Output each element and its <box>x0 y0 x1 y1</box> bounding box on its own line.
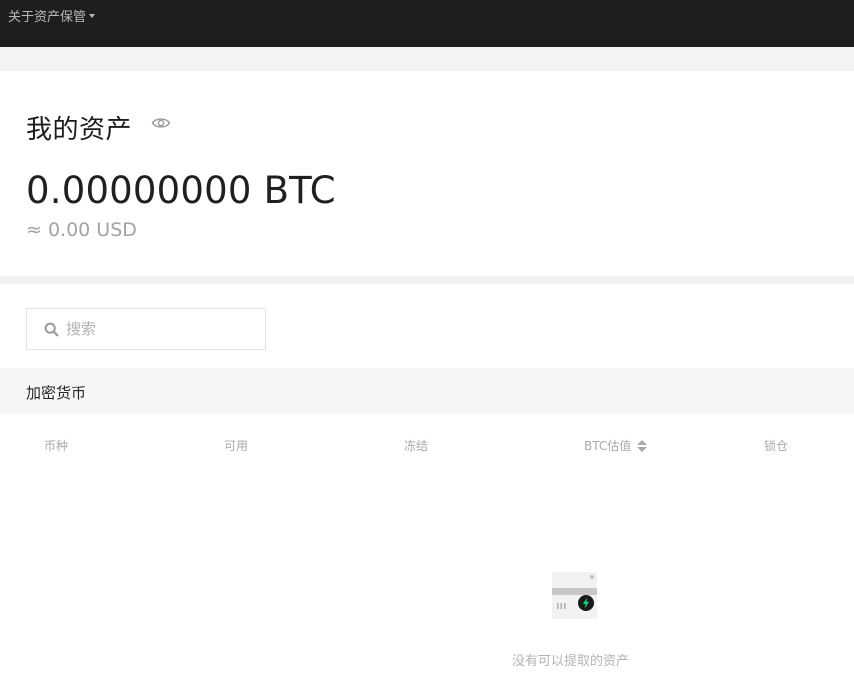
column-header-currency: 币种 <box>44 437 68 454</box>
about-custody-menu[interactable]: 关于资产保管 <box>8 6 96 25</box>
page-title: 我的资产 <box>26 115 133 145</box>
column-header-available: 可用 <box>224 437 248 454</box>
eye-icon[interactable] <box>151 116 171 130</box>
section-header: 加密货币 <box>0 368 854 414</box>
top-navigation-bar: 关于资产保管 <box>0 0 854 47</box>
section-divider <box>0 276 854 284</box>
column-header-label: 可用 <box>224 439 249 453</box>
usd-estimate: ≈ 0.00 USD <box>26 219 137 241</box>
caret-down-icon <box>89 14 96 18</box>
column-header-label: 冻结 <box>404 439 429 453</box>
column-header-btc-value[interactable]: BTC估值 <box>584 437 648 454</box>
search-icon <box>44 322 59 336</box>
column-header-frozen: 冻结 <box>404 437 428 454</box>
about-custody-menu-label: 关于资产保管 <box>8 10 87 25</box>
sort-icon[interactable] <box>637 439 648 452</box>
column-header-label: BTC估值 <box>584 439 632 453</box>
section-title-crypto: 加密货币 <box>26 384 87 402</box>
column-header-label: 锁仓 <box>764 439 789 453</box>
asset-summary-panel: 我的资产 0.00000000 BTC ≈ 0.00 USD <box>0 71 854 276</box>
empty-wallet-illustration <box>552 572 597 619</box>
column-header-label: 币种 <box>44 439 69 453</box>
btc-balance: 0.00000000 BTC <box>26 169 336 212</box>
column-header-locked: 锁仓 <box>764 437 788 454</box>
empty-state-message: 没有可以提取的资产 <box>512 654 630 669</box>
search-input[interactable] <box>66 320 256 338</box>
search-box[interactable] <box>26 308 266 350</box>
section-divider <box>0 47 854 71</box>
